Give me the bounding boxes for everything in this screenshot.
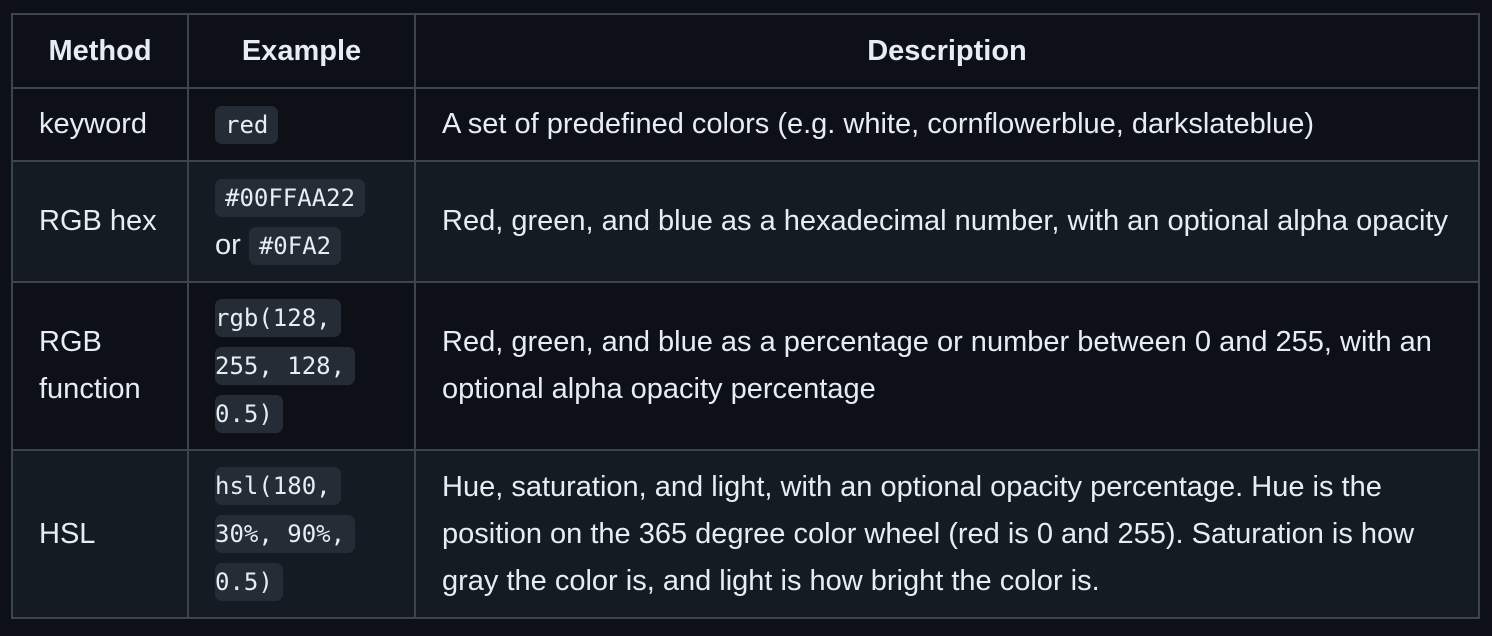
code-snippet: rgb(128, 255, 128, 0.5) xyxy=(215,299,356,433)
example-connector: or xyxy=(215,228,241,261)
code-snippet: red xyxy=(215,105,279,144)
method-cell: RGB hex xyxy=(11,160,189,283)
example-cell: hsl(180, 30%, 90%, 0.5) xyxy=(187,449,416,619)
example-cell: rgb(128, 255, 128, 0.5) xyxy=(187,281,416,451)
code-snippet: #0FA2 xyxy=(248,226,342,265)
method-cell: keyword xyxy=(11,87,189,162)
description-cell: Red, green, and blue as a hexadecimal nu… xyxy=(414,160,1480,283)
method-cell: HSL xyxy=(11,449,189,619)
description-cell: A set of predefined colors (e.g. white, … xyxy=(414,87,1480,162)
header-example: Example xyxy=(187,13,416,89)
table-row: RGB function rgb(128, 255, 128, 0.5) Red… xyxy=(11,281,1480,451)
header-description: Description xyxy=(414,13,1480,89)
code-snippet: hsl(180, 30%, 90%, 0.5) xyxy=(215,467,356,601)
table-row: keyword red A set of predefined colors (… xyxy=(11,87,1480,162)
description-cell: Red, green, and blue as a percentage or … xyxy=(414,281,1480,451)
example-cell: #00FFAA22 or #0FA2 xyxy=(187,160,416,283)
description-cell: Hue, saturation, and light, with an opti… xyxy=(414,449,1480,619)
header-method: Method xyxy=(11,13,189,89)
table-row: RGB hex #00FFAA22 or #0FA2 Red, green, a… xyxy=(11,160,1480,283)
color-methods-table: Method Example Description keyword red A… xyxy=(11,13,1480,619)
code-snippet: #00FFAA22 xyxy=(215,178,366,217)
example-cell: red xyxy=(187,87,416,162)
table-row: HSL hsl(180, 30%, 90%, 0.5) Hue, saturat… xyxy=(11,449,1480,619)
table-header-row: Method Example Description xyxy=(11,13,1480,89)
method-cell: RGB function xyxy=(11,281,189,451)
